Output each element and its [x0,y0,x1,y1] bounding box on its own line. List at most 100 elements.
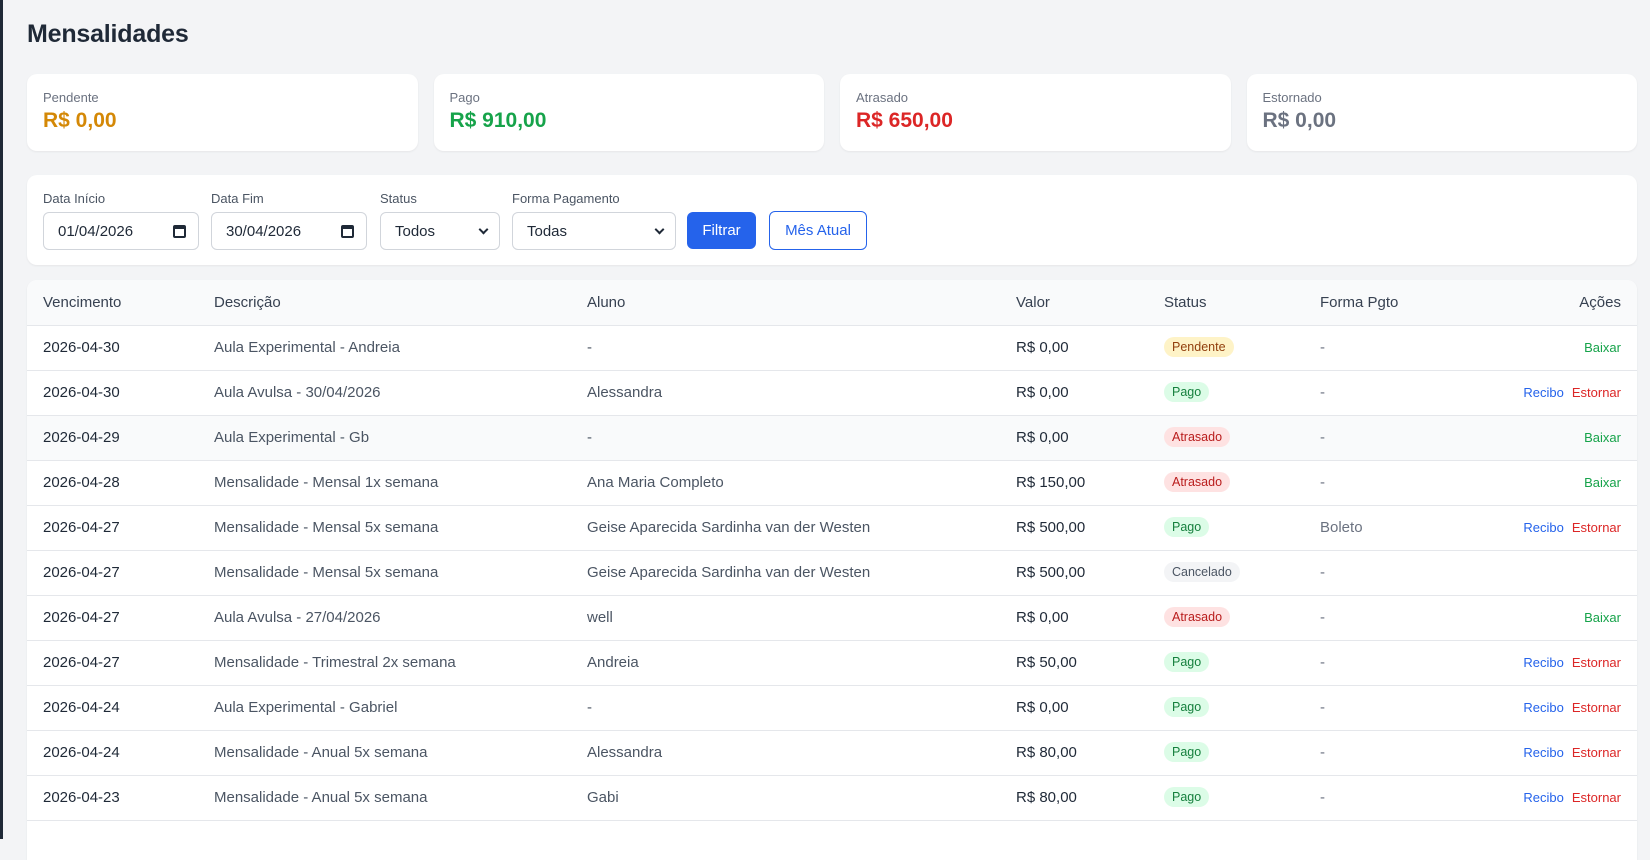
card-value: R$ 0,00 [43,109,117,132]
cell-forma-pgto: Boleto [1320,519,1363,536]
table-row: 2026-04-27 Mensalidade - Mensal 5x semana… [27,551,1637,596]
estornar-link[interactable]: Estornar [1572,790,1621,805]
cell-valor: R$ 500,00 [1016,564,1086,581]
forma-pagamento-selected: Todas [527,222,568,240]
row-actions: Baixar [1584,340,1621,355]
mes-atual-button[interactable]: Mês Atual [769,211,867,250]
forma-pagamento-select[interactable]: Todas [512,212,676,250]
chevron-down-icon [654,224,665,234]
baixar-link[interactable]: Baixar [1584,340,1621,355]
data-inicio-label: Data Início [43,191,106,206]
card-label: Pago [449,90,480,105]
card-atrasado: Atrasado R$ 650,00 [840,74,1231,151]
table-row: 2026-04-27 Mensalidade - Trimestral 2x se… [27,641,1637,686]
estornar-link[interactable]: Estornar [1572,385,1621,400]
cell-aluno: - [587,339,592,356]
filter-data-inicio: Data Início 01/04/2026 [43,191,199,250]
cell-vencimento: 2026-04-30 [43,384,120,401]
cell-descricao: Aula Avulsa - 30/04/2026 [214,384,381,401]
header-descricao[interactable]: Descrição [214,294,281,311]
filtrar-button[interactable]: Filtrar [687,212,756,249]
cell-vencimento: 2026-04-27 [43,609,120,626]
row-actions: Recibo Estornar [1523,790,1621,805]
chevron-down-icon [478,224,489,234]
status-badge: Pago [1164,697,1210,717]
baixar-link[interactable]: Baixar [1584,610,1621,625]
row-actions: Recibo Estornar [1523,745,1621,760]
row-actions: Recibo Estornar [1523,700,1621,715]
estornar-link[interactable]: Estornar [1572,700,1621,715]
status-badge: Pago [1164,742,1210,762]
data-fim-value: 30/04/2026 [226,222,302,240]
header-aluno[interactable]: Aluno [587,294,625,311]
card-label: Atrasado [856,90,909,105]
table-row: 2026-04-27 Aula Avulsa - 27/04/2026 well R$… [27,596,1637,641]
row-actions: Baixar [1584,475,1621,490]
table-row: 2026-04-28 Mensalidade - Mensal 1x semana… [27,461,1637,506]
calendar-icon[interactable] [173,224,186,238]
row-actions: Recibo Estornar [1523,385,1621,400]
card-estornado: Estornado R$ 0,00 [1246,74,1637,151]
cell-valor: R$ 80,00 [1016,744,1077,761]
cell-valor: R$ 0,00 [1016,609,1069,626]
recibo-link[interactable]: Recibo [1523,655,1563,670]
table-row: 2026-04-23 Mensalidade - Anual 5x semana G… [27,776,1637,821]
cell-forma-pgto: - [1320,744,1325,761]
cell-valor: R$ 150,00 [1016,474,1086,491]
cell-vencimento: 2026-04-30 [43,339,120,356]
summary-cards: Pendente R$ 0,00 Pago R$ 910,00 Atrasado… [27,74,1637,151]
recibo-link[interactable]: Recibo [1523,745,1563,760]
cell-descricao: Mensalidade - Mensal 5x semana [214,564,439,581]
header-vencimento[interactable]: Vencimento [43,294,121,311]
card-pago: Pago R$ 910,00 [433,74,824,151]
cell-descricao: Aula Experimental - Gb [214,429,370,446]
status-badge: Pago [1164,787,1210,807]
baixar-link[interactable]: Baixar [1584,475,1621,490]
header-status[interactable]: Status [1164,294,1207,311]
status-badge: Pago [1164,517,1210,537]
cell-vencimento: 2026-04-27 [43,564,120,581]
recibo-link[interactable]: Recibo [1523,385,1563,400]
cell-vencimento: 2026-04-29 [43,429,120,446]
status-badge: Cancelado [1164,562,1240,582]
cell-aluno: - [587,429,592,446]
data-inicio-value: 01/04/2026 [58,222,134,240]
cell-valor: R$ 500,00 [1016,519,1086,536]
cell-forma-pgto: - [1320,474,1325,491]
data-fim-label: Data Fim [211,191,264,206]
status-badge: Atrasado [1164,607,1231,627]
header-valor[interactable]: Valor [1016,294,1050,311]
estornar-link[interactable]: Estornar [1572,745,1621,760]
cell-descricao: Mensalidade - Trimestral 2x semana [214,654,456,671]
cell-forma-pgto: - [1320,429,1325,446]
recibo-link[interactable]: Recibo [1523,790,1563,805]
cell-forma-pgto: - [1320,789,1325,806]
filter-data-fim: Data Fim 30/04/2026 [211,191,367,250]
recibo-link[interactable]: Recibo [1523,700,1563,715]
data-inicio-input[interactable]: 01/04/2026 [43,212,199,250]
cell-valor: R$ 0,00 [1016,384,1069,401]
card-value: R$ 0,00 [1262,109,1337,132]
cell-forma-pgto: - [1320,564,1325,581]
header-forma-pgto[interactable]: Forma Pgto [1320,294,1398,311]
estornar-link[interactable]: Estornar [1572,655,1621,670]
cell-forma-pgto: - [1320,384,1325,401]
cell-descricao: Mensalidade - Mensal 1x semana [214,474,439,491]
recibo-link[interactable]: Recibo [1523,520,1563,535]
table-row: 2026-04-30 Aula Avulsa - 30/04/2026 Alessa… [27,371,1637,416]
cell-aluno: Alessandra [587,744,663,761]
cell-vencimento: 2026-04-27 [43,654,120,671]
cell-valor: R$ 0,00 [1016,429,1069,446]
table-row: 2026-04-30 Aula Experimental - Andreia - R$… [27,326,1637,371]
cell-aluno: Gabi [587,789,619,806]
status-select[interactable]: Todos [380,212,500,250]
cell-descricao: Mensalidade - Mensal 5x semana [214,519,439,536]
calendar-icon[interactable] [341,224,354,238]
cell-vencimento: 2026-04-27 [43,519,120,536]
cell-descricao: Mensalidade - Anual 5x semana [214,744,428,761]
table-row: 2026-04-24 Aula Experimental - Gabriel - R$… [27,686,1637,731]
estornar-link[interactable]: Estornar [1572,520,1621,535]
baixar-link[interactable]: Baixar [1584,430,1621,445]
data-fim-input[interactable]: 30/04/2026 [211,212,367,250]
status-badge: Pago [1164,652,1210,672]
